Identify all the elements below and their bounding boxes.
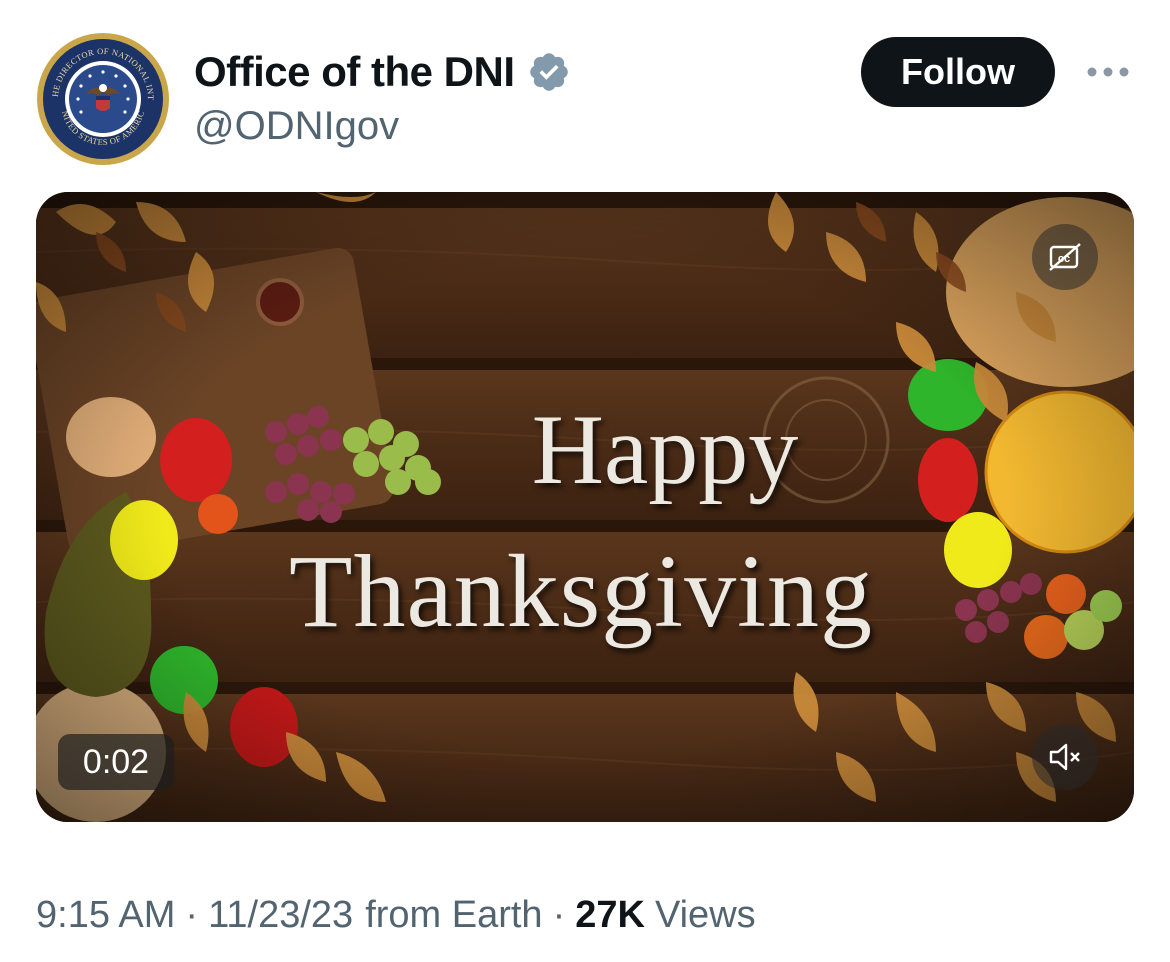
views-label[interactable]: Views	[655, 894, 756, 937]
tweet-meta: 9:15 AM · 11/23/23 from Earth · 27K View…	[36, 894, 756, 937]
closed-captions-button[interactable]: cc	[1032, 224, 1098, 290]
display-name[interactable]: Office of the DNI	[194, 48, 515, 96]
greeting-line-1: Happy	[531, 394, 799, 505]
follow-button[interactable]: Follow	[861, 37, 1055, 107]
views-count[interactable]: 27K	[575, 894, 645, 937]
separator-dot: ·	[185, 894, 199, 936]
odni-seal-icon: OFFICE OF THE DIRECTOR OF NATIONAL INTEL…	[36, 32, 169, 165]
post-date[interactable]: 11/23/23	[208, 894, 353, 937]
closed-captions-icon: cc	[1049, 243, 1081, 271]
post-source: from Earth	[365, 894, 543, 936]
post-time[interactable]: 9:15 AM	[36, 894, 175, 937]
separator-dot: ·	[552, 894, 566, 936]
volume-muted-icon	[1049, 743, 1080, 771]
thanksgiving-scene-image	[36, 192, 1134, 822]
video-player[interactable]: Happy Thanksgiving	[36, 192, 1134, 822]
author-name-row[interactable]: Office of the DNI	[194, 48, 571, 96]
video-elapsed-time[interactable]: 0:02	[58, 734, 174, 790]
greeting-line-2: Thanksgiving	[289, 534, 873, 649]
more-horizontal-icon[interactable]	[1084, 60, 1132, 84]
avatar[interactable]: OFFICE OF THE DIRECTOR OF NATIONAL INTEL…	[36, 32, 170, 166]
mute-button[interactable]	[1032, 724, 1098, 790]
verified-badge-icon	[529, 53, 568, 91]
handle[interactable]: @ODNIgov	[194, 104, 399, 149]
